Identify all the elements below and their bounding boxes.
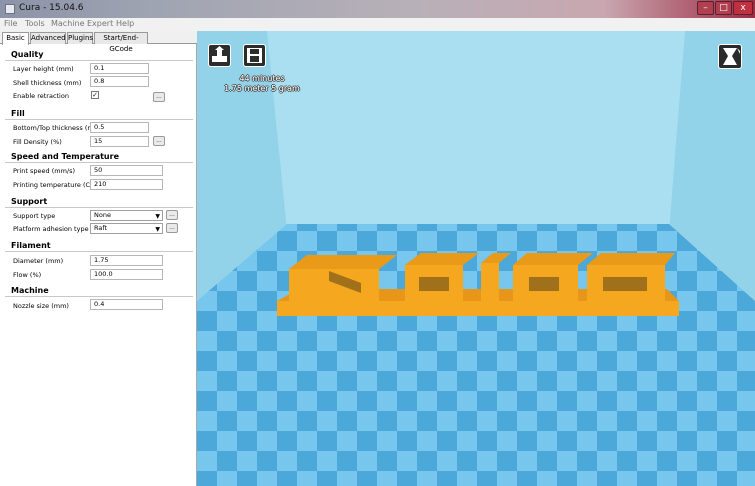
- support-settings-button[interactable]: ...: [166, 210, 178, 220]
- menu-expert[interactable]: Expert: [87, 19, 113, 28]
- support-type-select[interactable]: None ▼: [90, 210, 163, 221]
- divider: [5, 251, 193, 252]
- menu-tools[interactable]: Tools: [25, 19, 45, 28]
- adhesion-type-label: Platform adhesion type: [13, 225, 89, 233]
- tab-advanced[interactable]: Advanced: [30, 32, 66, 44]
- menu-bar: File Tools Machine Expert Help: [0, 18, 755, 31]
- app-icon: [5, 4, 15, 14]
- retraction-settings-button[interactable]: ...: [153, 92, 165, 102]
- flow-label: Flow (%): [13, 271, 42, 279]
- settings-tabs: Basic Advanced Plugins Start/End-GCode: [0, 31, 197, 53]
- nozzle-size-label: Nozzle size (mm): [13, 302, 69, 310]
- layer-height-label: Layer height (mm): [13, 65, 74, 73]
- support-type-label: Support type: [13, 212, 56, 220]
- settings-panel: Basic Advanced Plugins Start/End-GCode Q…: [0, 31, 197, 486]
- adhesion-type-value: Raft: [94, 224, 108, 232]
- fill-density-label: Fill Density (%): [13, 138, 62, 146]
- menu-help[interactable]: Help: [116, 19, 134, 28]
- build-plate: [197, 224, 755, 486]
- divider: [5, 162, 193, 163]
- print-speed-field[interactable]: 50: [90, 165, 163, 176]
- build-scene: [197, 31, 755, 486]
- layer-height-field[interactable]: 0.1: [90, 63, 149, 74]
- retraction-label: Enable retraction: [13, 92, 69, 100]
- divider: [5, 207, 193, 208]
- diameter-field[interactable]: 1.75: [90, 255, 163, 266]
- material-usage: 1.75 meter 5 gram: [224, 84, 300, 93]
- tab-plugins[interactable]: Plugins: [67, 32, 93, 44]
- printing-temperature-field[interactable]: 210: [90, 179, 163, 190]
- menu-file[interactable]: File: [4, 19, 17, 28]
- save-toolpath-icon[interactable]: [243, 44, 266, 67]
- load-model-icon[interactable]: [208, 44, 231, 67]
- divider: [5, 60, 193, 61]
- nozzle-size-field[interactable]: 0.4: [90, 299, 163, 310]
- chevron-down-icon: ▼: [155, 213, 160, 220]
- maximize-button[interactable]: □: [715, 1, 732, 15]
- print-speed-label: Print speed (mm/s): [13, 167, 76, 175]
- tab-basic[interactable]: Basic: [2, 32, 29, 45]
- fill-heading: Fill: [11, 109, 25, 118]
- shell-thickness-field[interactable]: 0.8: [90, 76, 149, 87]
- retraction-checkbox[interactable]: ✓: [91, 91, 99, 99]
- flow-field[interactable]: 100.0: [90, 269, 163, 280]
- divider: [5, 119, 193, 120]
- divider: [5, 296, 193, 297]
- window-title: Cura - 15.04.6: [19, 3, 84, 13]
- menu-machine[interactable]: Machine: [51, 19, 85, 28]
- bottom-top-thickness-field[interactable]: 0.5: [90, 122, 149, 133]
- print-estimate: 44 minutes 1.75 meter 5 gram: [212, 74, 312, 94]
- view-mode-icon[interactable]: [718, 44, 742, 69]
- title-bar: Cura - 15.04.6 – □ x: [0, 0, 755, 18]
- close-button[interactable]: x: [733, 1, 753, 15]
- chevron-down-icon: ▼: [155, 226, 160, 233]
- speed-heading: Speed and Temperature: [11, 152, 119, 161]
- tab-start-end-gcode[interactable]: Start/End-GCode: [94, 32, 148, 53]
- shell-thickness-label: Shell thickness (mm): [13, 79, 82, 87]
- fill-settings-button[interactable]: ...: [153, 136, 165, 146]
- adhesion-settings-button[interactable]: ...: [166, 223, 178, 233]
- filament-heading: Filament: [11, 241, 51, 250]
- support-heading: Support: [11, 197, 48, 206]
- diameter-label: Diameter (mm): [13, 257, 64, 265]
- print-time: 44 minutes: [239, 74, 285, 83]
- quality-heading: Quality: [11, 50, 44, 59]
- printing-temperature-label: Printing temperature (C): [13, 181, 93, 189]
- machine-heading: Machine: [11, 286, 49, 295]
- fill-density-field[interactable]: 15: [90, 136, 149, 147]
- 3d-viewport[interactable]: 44 minutes 1.75 meter 5 gram: [197, 31, 755, 486]
- adhesion-type-select[interactable]: Raft ▼: [90, 223, 163, 234]
- minimize-button[interactable]: –: [697, 1, 714, 15]
- support-type-value: None: [94, 211, 111, 219]
